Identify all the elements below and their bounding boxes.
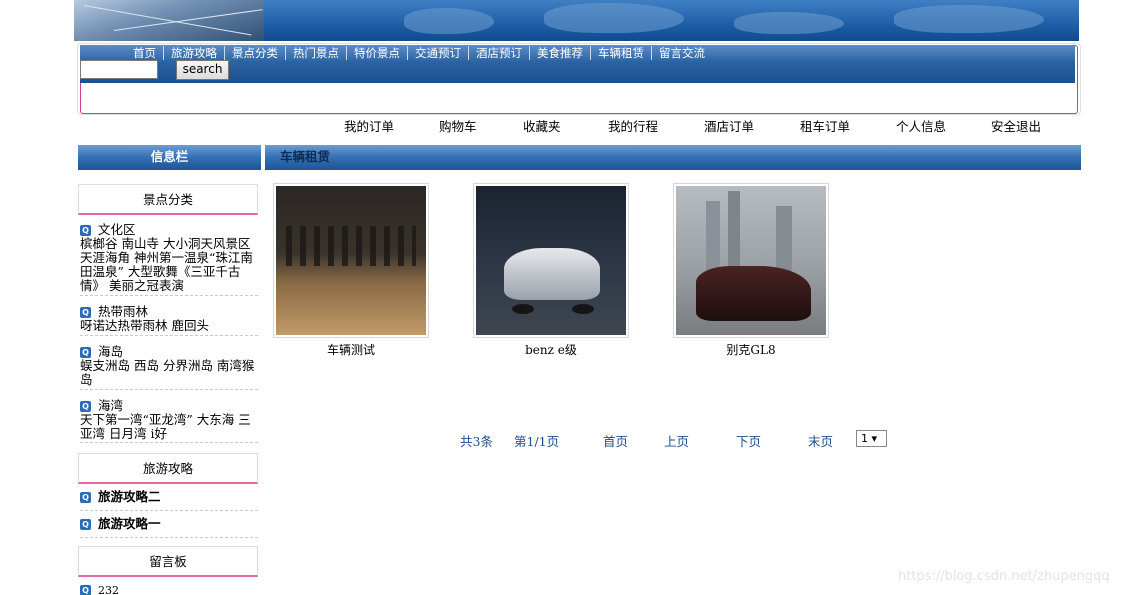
pager-page: 第1/1页 — [514, 434, 560, 449]
car-photo — [276, 186, 426, 335]
category-places[interactable]: 天下第一湾“亚龙湾” 大东海 三亚湾 日月湾 i好 — [80, 413, 258, 441]
categories-title: 景点分类 — [78, 184, 258, 215]
bullet-icon: Q — [80, 307, 91, 318]
pager-last-link[interactable]: 末页 — [808, 431, 833, 450]
divider — [80, 389, 258, 390]
bullet-icon: Q — [80, 401, 91, 412]
nav-item[interactable]: 特价景点 — [346, 46, 407, 60]
user-link[interactable]: 我的行程 — [608, 116, 658, 135]
car-card-test[interactable] — [273, 183, 429, 338]
search-button[interactable]: search — [176, 60, 229, 80]
bullet-icon: Q — [80, 585, 91, 595]
category-places[interactable]: 呀诺达热带雨林 鹿回头 — [80, 319, 258, 333]
world-map-shape — [734, 12, 844, 34]
world-map-shape — [894, 5, 1044, 33]
car-photo — [676, 186, 826, 335]
nav-item[interactable]: 景点分类 — [224, 46, 285, 60]
user-link[interactable]: 购物车 — [439, 116, 477, 135]
divider — [80, 510, 258, 511]
divider — [80, 442, 258, 443]
sidebar-title: 信息栏 — [78, 145, 261, 170]
category-name[interactable]: 文化区 — [98, 222, 136, 237]
pager-prev-link[interactable]: 上页 — [664, 431, 689, 450]
main-title: 车辆租赁 — [265, 145, 1081, 170]
watermark: https://blog.csdn.net/zhupengqq — [898, 569, 1110, 584]
category-item: Q 文化区 槟榔谷 南山寺 大小洞天风景区 天涯海角 神州第一温泉“珠江南田温泉” … — [80, 222, 258, 293]
guide-item[interactable]: Q 旅游攻略一 — [80, 517, 258, 531]
divider — [80, 295, 258, 296]
user-link[interactable]: 酒店订单 — [704, 116, 754, 135]
user-link[interactable]: 收藏夹 — [523, 116, 561, 135]
nav-item[interactable]: 美食推荐 — [529, 46, 590, 60]
user-link[interactable]: 个人信息 — [896, 116, 946, 135]
main-nav: 首页 旅游攻略 景点分类 热门景点 特价景点 交通预订 酒店预订 美食推荐 车辆租赁 留言交流 — [80, 45, 1075, 83]
car-name[interactable]: 车辆测试 — [273, 341, 429, 358]
pager-next-link[interactable]: 下页 — [736, 431, 761, 450]
category-item: Q 海岛 蜈支洲岛 西岛 分界洲岛 南湾猴岛 — [80, 344, 258, 387]
user-link[interactable]: 租车订单 — [800, 116, 850, 135]
message-board-title: 留言板 — [78, 546, 258, 577]
user-link[interactable]: 安全退出 — [991, 116, 1041, 135]
category-places[interactable]: 蜈支洲岛 西岛 分界洲岛 南湾猴岛 — [80, 359, 258, 387]
car-card-benz[interactable] — [473, 183, 629, 338]
user-link[interactable]: 我的订单 — [344, 116, 394, 135]
guide-item[interactable]: Q 旅游攻略二 — [80, 490, 258, 504]
nav-item[interactable]: 酒店预订 — [468, 46, 529, 60]
page-select[interactable]: 1 ▾ — [856, 430, 887, 447]
pager-total: 共3条 — [460, 434, 493, 449]
nav-menu: 首页 旅游攻略 景点分类 热门景点 特价景点 交通预订 酒店预订 美食推荐 车辆租赁 留言交流 — [126, 46, 712, 60]
car-name[interactable]: benz e级 — [473, 341, 629, 358]
search-input[interactable] — [80, 60, 158, 79]
category-item: Q 海湾 天下第一湾“亚龙湾” 大东海 三亚湾 日月湾 i好 — [80, 398, 258, 441]
guide-title[interactable]: 旅游攻略二 — [98, 489, 161, 504]
nav-item[interactable]: 热门景点 — [285, 46, 346, 60]
pager-first-link[interactable]: 首页 — [603, 431, 628, 450]
divider — [80, 335, 258, 336]
message-item[interactable]: Q 232 — [80, 583, 258, 595]
category-name[interactable]: 海湾 — [98, 398, 123, 413]
world-map-shape — [544, 3, 684, 33]
world-map-shape — [404, 8, 494, 34]
nav-item[interactable]: 车辆租赁 — [590, 46, 651, 60]
car-card-buick[interactable] — [673, 183, 829, 338]
nav-item[interactable]: 首页 — [126, 46, 163, 60]
guides-title: 旅游攻略 — [78, 453, 258, 484]
category-name[interactable]: 热带雨林 — [98, 304, 148, 319]
category-item: Q 热带雨林 呀诺达热带雨林 鹿回头 — [80, 304, 258, 333]
nav-item[interactable]: 交通预订 — [407, 46, 468, 60]
divider — [80, 537, 258, 538]
message-text[interactable]: 232 — [98, 584, 119, 595]
bullet-icon: Q — [80, 225, 91, 236]
nav-item[interactable]: 旅游攻略 — [163, 46, 224, 60]
category-places[interactable]: 槟榔谷 南山寺 大小洞天风景区 天涯海角 神州第一温泉“珠江南田温泉” 大型歌舞… — [80, 237, 258, 293]
car-photo — [476, 186, 626, 335]
car-name[interactable]: 别克GL8 — [673, 341, 829, 358]
guide-title[interactable]: 旅游攻略一 — [98, 516, 161, 531]
bullet-icon: Q — [80, 519, 91, 530]
bullet-icon: Q — [80, 347, 91, 358]
nav-item[interactable]: 留言交流 — [651, 46, 712, 60]
header-banner — [74, 0, 1079, 41]
bullet-icon: Q — [80, 492, 91, 503]
category-name[interactable]: 海岛 — [98, 344, 123, 359]
